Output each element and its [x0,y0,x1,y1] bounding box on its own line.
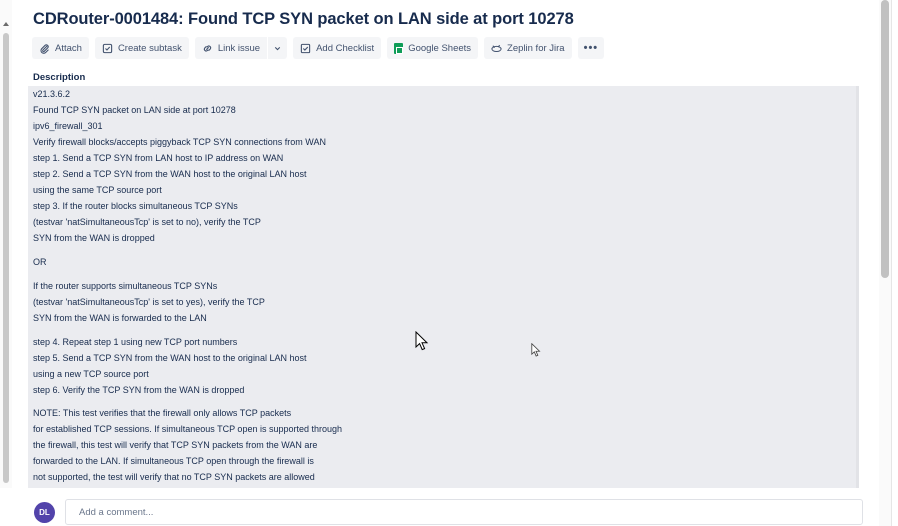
description-paragraph: v21.3.6.2 Found TCP SYN packet on LAN si… [33,86,326,246]
checklist-icon [300,43,311,53]
description-line: (testvar 'natSimultaneousTcp' is set to … [33,217,261,227]
description-line: step 3. If the router blocks simultaneou… [33,201,238,211]
google-sheets-button[interactable]: Google Sheets [387,37,479,59]
google-sheets-icon [394,42,404,54]
add-checklist-button[interactable]: Add Checklist [293,37,382,59]
issue-toolbar: Attach Create subtask Link issue Add Che… [32,37,605,59]
link-issue-dropdown-button[interactable] [268,37,288,59]
mouse-pointer-icon [415,331,429,351]
description-line: ipv6_firewall_301 [33,121,103,131]
create-subtask-button[interactable]: Create subtask [94,37,189,59]
right-scrollbar[interactable] [879,0,891,526]
attach-button[interactable]: Attach [32,37,89,59]
description-line: step 1. Send a TCP SYN from LAN host to … [33,153,284,163]
description-line: If the router supports simultaneous TCP … [33,281,218,291]
description-line: not supported, the test will verify that… [33,472,315,482]
description-line: forwarded to the LAN. If simultaneous TC… [33,456,314,466]
create-subtask-label: Create subtask [117,42,182,54]
zeplin-label: Zeplin for Jira [507,42,565,54]
scrollbar-thumb[interactable] [3,33,9,483]
issue-title[interactable]: CDRouter-0001484: Found TCP SYN packet o… [33,10,574,29]
mouse-pointer-icon [531,343,541,357]
description-paragraph: NOTE: This test verifies that the firewa… [33,405,342,485]
description-paragraph: step 4. Repeat step 1 using new TCP port… [33,334,306,398]
attach-label: Attach [55,42,82,54]
chevron-down-icon [274,46,281,50]
description-line: OR [33,257,47,267]
google-sheets-label: Google Sheets [408,42,472,54]
more-icon: ••• [583,42,599,54]
window-edge [891,0,898,526]
paperclip-icon [40,43,49,54]
description-line: using the same TCP source port [33,185,162,195]
description-line: SYN from the WAN is dropped [33,233,155,243]
description-line: Found TCP SYN packet on LAN side at port… [33,105,236,115]
description-line: the firewall, this test will verify that… [33,440,318,450]
description-line: SYN from the WAN is forwarded to the LAN [33,313,207,323]
description-line: step 6. Verify the TCP SYN from the WAN … [33,385,245,395]
description-line: step 4. Repeat step 1 using new TCP port… [33,337,238,347]
zeplin-icon [491,44,502,52]
description-line: using a new TCP source port [33,369,149,379]
jira-issue-view: CDRouter-0001484: Found TCP SYN packet o… [0,0,898,526]
description-line: for established TCP sessions. If simulta… [33,424,343,434]
avatar[interactable]: DL [34,502,55,523]
description-field[interactable]: v21.3.6.2 Found TCP SYN packet on LAN si… [28,86,859,488]
description-line: step 5. Send a TCP SYN from the WAN host… [33,353,307,363]
description-paragraph: OR [33,254,47,270]
link-issue-label: Link issue [217,42,261,54]
left-scrollbar[interactable] [0,0,12,526]
description-line: (testvar 'natSimultaneousTcp' is set to … [33,297,265,307]
scroll-up-arrow-icon[interactable] [3,22,9,26]
link-issue-split: Link issue [194,37,288,59]
subtask-icon [102,43,113,53]
more-actions-button[interactable]: ••• [577,37,605,59]
description-scroll-edge [856,86,859,488]
description-paragraph: If the router supports simultaneous TCP … [33,278,265,326]
description-line: v21.3.6.2 [33,89,71,99]
add-checklist-label: Add Checklist [316,42,375,54]
link-issue-button[interactable]: Link issue [194,37,268,59]
description-line: Verify firewall blocks/accepts piggyback… [33,137,326,147]
scrollbar-thumb[interactable] [881,0,889,278]
link-icon [203,44,211,52]
comment-input[interactable]: Add a comment... [65,499,863,525]
zeplin-button[interactable]: Zeplin for Jira [484,37,572,59]
description-heading: Description [33,72,86,83]
description-line: NOTE: This test verifies that the firewa… [33,408,292,418]
description-line: step 2. Send a TCP SYN from the WAN host… [33,169,307,179]
